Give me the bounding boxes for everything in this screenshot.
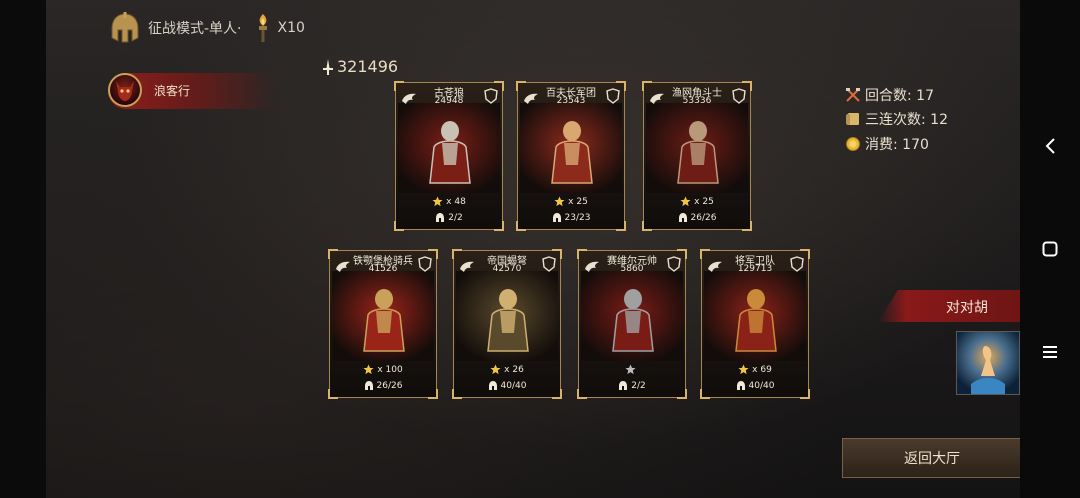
troop-row: 40/40: [702, 380, 808, 391]
back-to-lobby-button[interactable]: 返回大厅: [842, 438, 1022, 478]
troop-count: 40/40: [500, 380, 527, 391]
star-icon: [625, 364, 636, 375]
rounds-text: 回合数: 17: [865, 88, 934, 104]
unit-card[interactable]: 赛维尔元帅 5860 2/2: [577, 249, 687, 399]
troop-row: 40/40: [454, 380, 560, 391]
opponent-name: 对对胡: [946, 300, 988, 316]
soldier-helmet-icon: [488, 381, 497, 390]
crossed-axes-icon: [846, 88, 860, 102]
star-row: x 25: [644, 196, 750, 207]
star-count: x 26: [504, 364, 524, 375]
unit-card[interactable]: 帝国蝎弩 42570 x 26 40/40: [452, 249, 562, 399]
troop-row: 26/26: [330, 380, 436, 391]
scroll-icon: [846, 113, 859, 125]
multiplier-label: X10: [277, 20, 305, 36]
unit-artwork: [520, 103, 622, 193]
mode-label: 征战模式-单人·: [148, 21, 242, 37]
triple-text: 三连次数: 12: [865, 112, 948, 128]
star-row: x 69: [702, 364, 808, 375]
cost-stat: 消费: 170: [845, 134, 929, 154]
recents-nav-icon[interactable]: [1030, 337, 1070, 367]
unit-card[interactable]: 铁颚堡枪骑兵 41526 x 100 26/26: [328, 249, 438, 399]
star-icon: [432, 196, 443, 207]
star-count: x 48: [446, 196, 466, 207]
triple-stat: 三连次数: 12: [845, 109, 948, 129]
shield-crest-icon: [606, 88, 620, 104]
soldier-helmet-icon: [552, 213, 561, 222]
opponent-avatar[interactable]: [956, 331, 1020, 395]
crossbow-crest-icon: [542, 256, 556, 272]
unit-artwork: [456, 271, 558, 361]
unit-artwork: [704, 271, 806, 361]
troop-count: 26/26: [376, 380, 403, 391]
star-count: x 25: [568, 196, 588, 207]
cost-text: 消费: 170: [865, 137, 929, 153]
star-row: x 26: [454, 364, 560, 375]
star-row: [579, 364, 685, 375]
soldier-helmet-icon: [736, 381, 745, 390]
unit-card[interactable]: 渔网角斗士 53336 x 25 26/26: [642, 81, 752, 231]
torch-icon: [258, 14, 267, 42]
troop-row: 26/26: [644, 212, 750, 223]
back-nav-icon[interactable]: [1030, 131, 1070, 161]
spartan-helmet-icon: [111, 12, 139, 43]
star-count: x 100: [377, 364, 403, 375]
unit-artwork: [332, 271, 434, 361]
star-icon: [490, 364, 501, 375]
mode-header: 征战模式-单人· X10: [108, 12, 305, 44]
horse-crest-icon: [790, 256, 804, 272]
total-power: 321496: [321, 57, 398, 76]
star-count: x 69: [752, 364, 772, 375]
horse-crest-icon: [418, 256, 432, 272]
soldier-helmet-icon: [364, 381, 373, 390]
unit-card[interactable]: 将军卫队 129713 x 69 40/40: [700, 249, 810, 399]
star-row: x 100: [330, 364, 436, 375]
wolf-crest-icon: [484, 88, 498, 104]
lion-crest-icon: [667, 256, 681, 272]
player-banner[interactable]: 浪客行: [108, 73, 278, 109]
soldier-helmet-icon: [436, 213, 445, 222]
soldier-helmet-icon: [678, 213, 687, 222]
mermaid-portrait-icon: [957, 332, 1019, 394]
player-avatar[interactable]: [108, 73, 142, 107]
gold-coin-icon: [846, 137, 860, 151]
troop-row: 23/23: [518, 212, 624, 223]
troop-count: 23/23: [564, 212, 591, 223]
troop-count: 40/40: [748, 380, 775, 391]
soldier-helmet-icon: [619, 381, 628, 390]
troop-row: 2/2: [396, 212, 502, 223]
star-row: x 25: [518, 196, 624, 207]
unit-card[interactable]: 百夫长军团 23543 x 25 23/23: [516, 81, 626, 231]
rounds-stat: 回合数: 17: [845, 85, 934, 105]
shield-crest-icon: [732, 88, 746, 104]
player-name: 浪客行: [154, 84, 191, 98]
demon-avatar-icon: [116, 81, 134, 101]
star-icon: [738, 364, 749, 375]
troop-count: 2/2: [631, 380, 646, 391]
star-count: x 25: [694, 196, 714, 207]
troop-count: 26/26: [690, 212, 717, 223]
unit-artwork: [581, 271, 683, 361]
sword-icon: [323, 58, 333, 75]
unit-artwork: [646, 103, 748, 193]
star-icon: [680, 196, 691, 207]
unit-artwork: [398, 103, 500, 193]
star-row: x 48: [396, 196, 502, 207]
home-nav-icon[interactable]: [1030, 234, 1070, 264]
unit-card[interactable]: 古苍狼 24948 x 48 2/2: [394, 81, 504, 231]
star-icon: [363, 364, 374, 375]
troop-row: 2/2: [579, 380, 685, 391]
star-icon: [554, 196, 565, 207]
total-power-value: 321496: [337, 57, 399, 76]
troop-count: 2/2: [448, 212, 463, 223]
